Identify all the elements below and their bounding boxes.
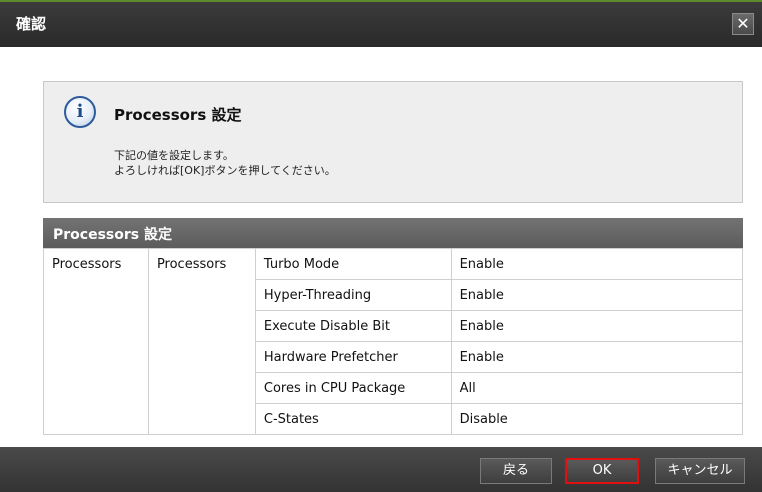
back-button[interactable]: 戻る xyxy=(480,458,552,484)
category-cell: Processors xyxy=(43,248,149,435)
table-row: Processors Processors Turbo Mode Enable xyxy=(43,248,744,435)
setting-value: Disable xyxy=(450,403,744,435)
setting-name: Cores in CPU Package xyxy=(254,372,452,404)
info-icon: i xyxy=(64,96,96,128)
info-panel: i Processors 設定 下記の値を設定します。 よろしければ[OK]ボタ… xyxy=(43,81,743,203)
setting-name: Hyper-Threading xyxy=(254,279,452,311)
dialog-titlebar: 確認 ✕ xyxy=(0,0,762,47)
setting-value: Enable xyxy=(450,310,744,342)
info-message: 下記の値を設定します。 よろしければ[OK]ボタンを押してください。 xyxy=(114,148,336,178)
setting-value: All xyxy=(450,372,744,404)
close-icon[interactable]: ✕ xyxy=(732,13,754,35)
subcategory-cell: Processors xyxy=(147,248,256,435)
ok-button[interactable]: OK xyxy=(565,458,639,484)
setting-name: C-States xyxy=(254,403,452,435)
setting-name: Execute Disable Bit xyxy=(254,310,452,342)
setting-name: Turbo Mode xyxy=(254,248,452,280)
setting-value: Enable xyxy=(450,248,744,280)
section-header: Processors 設定 xyxy=(43,218,743,248)
info-heading: Processors 設定 xyxy=(114,106,242,124)
confirm-dialog: 確認 ✕ i Processors 設定 下記の値を設定します。 よろしければ[… xyxy=(0,0,762,492)
info-message-line1: 下記の値を設定します。 xyxy=(114,149,234,162)
setting-name: Hardware Prefetcher xyxy=(254,341,452,373)
setting-value: Enable xyxy=(450,279,744,311)
setting-value: Enable xyxy=(450,341,744,373)
cancel-button[interactable]: キャンセル xyxy=(655,458,745,484)
settings-table: Processors Processors Turbo Mode Enable … xyxy=(43,248,744,435)
dialog-footer: 戻る OK キャンセル xyxy=(0,447,762,492)
info-message-line2: よろしければ[OK]ボタンを押してください。 xyxy=(114,164,336,177)
dialog-title: 確認 xyxy=(16,15,47,33)
